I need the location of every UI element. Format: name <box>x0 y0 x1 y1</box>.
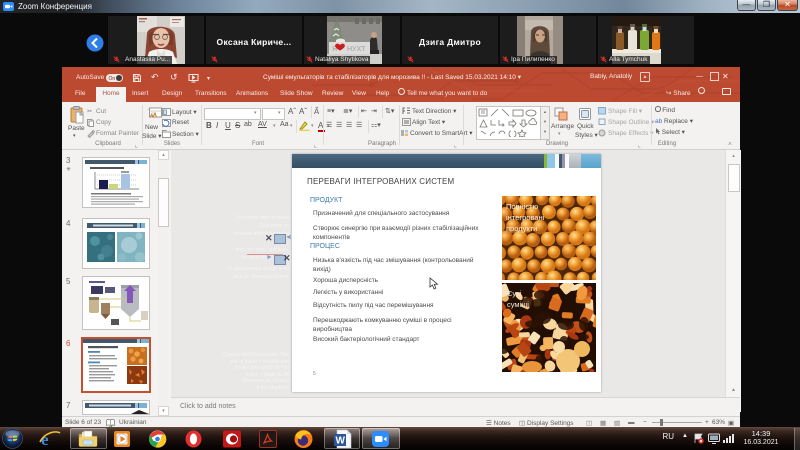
svg-text:Сухі: Сухі <box>507 289 522 298</box>
svg-text:інтегровані: інтегровані <box>506 213 545 222</box>
svg-text:W: W <box>336 436 346 447</box>
svg-text:Повністю: Повністю <box>506 202 539 211</box>
svg-text:продукти: продукти <box>506 224 537 233</box>
svg-text:НУХТ: НУХТ <box>347 46 366 53</box>
svg-text:суміші: суміші <box>507 300 529 309</box>
